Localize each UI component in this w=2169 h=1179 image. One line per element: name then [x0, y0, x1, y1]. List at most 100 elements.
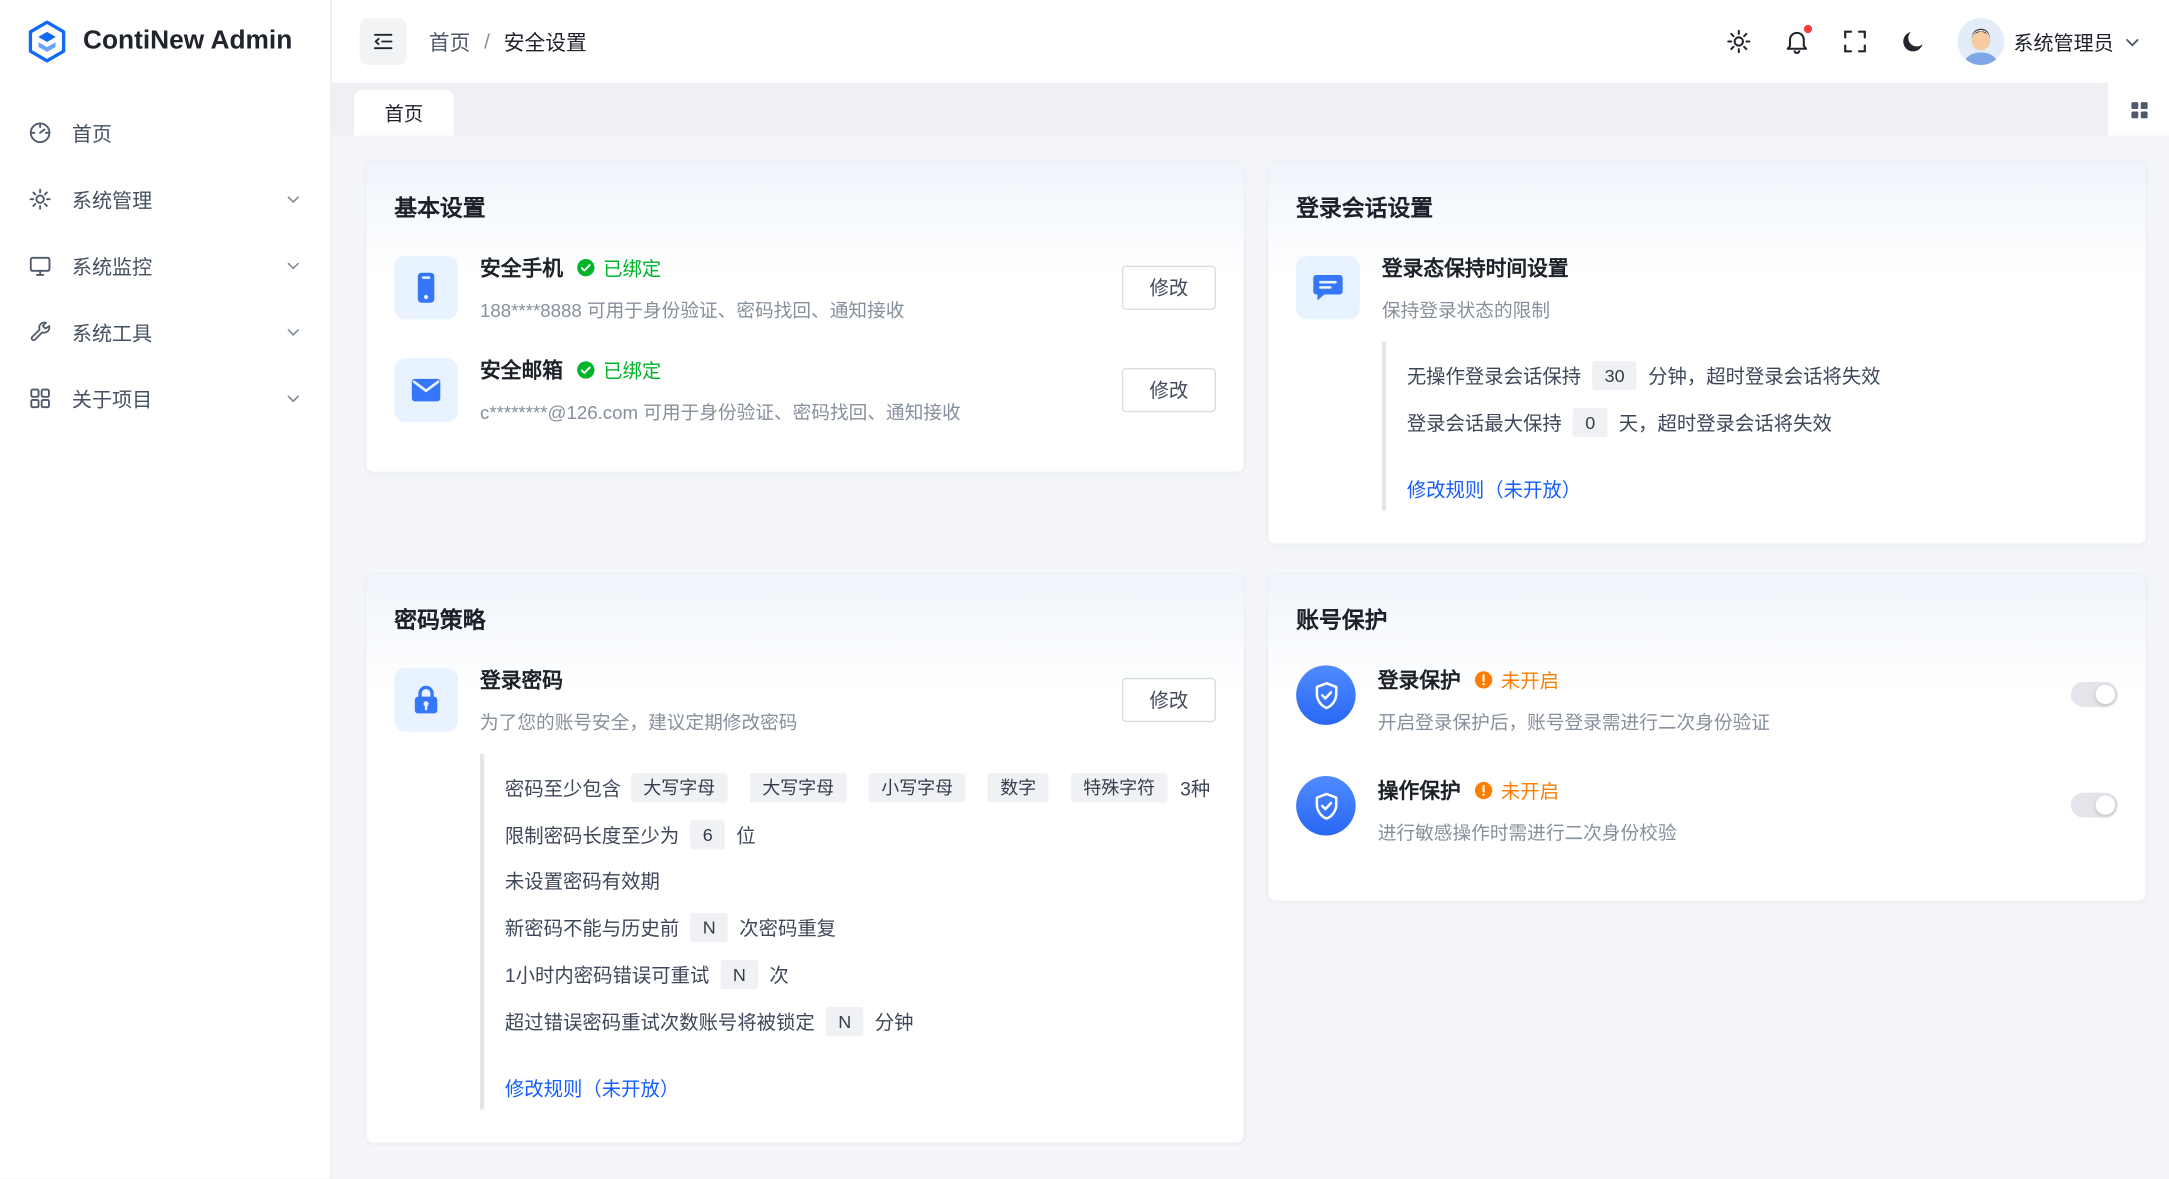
card-title: 登录会话设置	[1296, 190, 2118, 223]
row-texts: 登录保护 未开启 开启登录保护后，账号登录需进行二次身份验证	[1378, 665, 2049, 734]
rule-expiry: 未设置密码有效期	[505, 867, 1216, 895]
sidebar-item-home[interactable]: 首页	[0, 100, 331, 166]
sidebar-item-about-project[interactable]: 关于项目	[0, 365, 331, 431]
toggle-operation-protection[interactable]	[2071, 793, 2118, 818]
toggle-knob	[2096, 795, 2115, 814]
row-texts: 登录密码 为了您的账号安全，建议定期修改密码	[480, 665, 1100, 734]
mail-icon	[394, 358, 458, 422]
login-password-row: 登录密码 为了您的账号安全，建议定期修改密码 修改	[394, 665, 1216, 734]
rule-text: 无操作登录会话保持	[1407, 362, 1581, 390]
rule-text: 密码至少包含	[505, 774, 621, 802]
lock-icon	[394, 668, 458, 732]
tab-list-button[interactable]	[2108, 83, 2169, 136]
grid-icon	[28, 386, 53, 411]
breadcrumb-separator: /	[484, 30, 490, 54]
phone-icon	[394, 256, 458, 320]
card-account-protection: 账号保护 登录保护 未开启	[1267, 573, 2147, 902]
chevron-down-icon	[284, 256, 303, 275]
card-title: 密码策略	[394, 602, 1216, 635]
sidebar-collapse-button[interactable]	[360, 18, 407, 65]
card-basic-settings: 基本设置 安全手机 已	[365, 160, 1245, 473]
sidebar-item-label: 首页	[72, 118, 303, 147]
sidebar-item-system-management[interactable]: 系统管理	[0, 166, 331, 232]
dark-mode-icon[interactable]	[1899, 28, 1927, 56]
edit-session-rules-link[interactable]: 修改规则（未开放）	[1407, 476, 1581, 504]
char-type-tag: 特殊字符	[1071, 773, 1168, 802]
tools-icon	[28, 320, 53, 345]
security-email-row: 安全邮箱 已绑定 c********@126.com 可用于身份验证、密码找回、…	[394, 356, 1216, 425]
main-area: 首页 / 安全设置	[332, 0, 2169, 1179]
app-logo[interactable]: ContiNew Admin	[0, 0, 331, 83]
breadcrumb-current: 安全设置	[504, 27, 587, 56]
rule-min-length: 限制密码长度至少为 6 位	[505, 820, 1216, 849]
chat-icon	[1296, 256, 1360, 320]
shield-check-icon	[1296, 665, 1355, 724]
rule-lock: 超过错误密码重试次数账号将被锁定 N 分钟	[505, 1007, 1216, 1036]
row-title: 安全邮箱	[480, 356, 563, 385]
rule-text: 登录会话最大保持	[1407, 409, 1562, 437]
rule-text: 3种	[1180, 774, 1210, 802]
row-texts: 安全手机 已绑定 188****8888 可用于身份验证、密码找回、通知接收	[480, 253, 1100, 322]
edit-phone-button[interactable]: 修改	[1122, 266, 1216, 310]
toggle-login-protection[interactable]	[2071, 682, 2118, 707]
rule-text: 次密码重复	[739, 914, 836, 942]
warning-circle-icon	[1473, 780, 1494, 801]
menu-fold-icon	[371, 29, 396, 54]
rule-history: 新密码不能与历史前 N 次密码重复	[505, 913, 1216, 942]
gear-icon	[28, 187, 53, 212]
value-chip: N	[690, 913, 728, 942]
value-chip: 0	[1573, 408, 1608, 437]
card-password-policy: 密码策略 登录密码 为了您的账号安全，建议定期修改密码 修改	[365, 573, 1245, 1144]
card-session-settings: 登录会话设置 登录态保持时间设置 保持登录状态的限制	[1267, 160, 2147, 545]
breadcrumb-home[interactable]: 首页	[429, 27, 471, 56]
user-menu[interactable]: 系统管理员	[1957, 18, 2142, 65]
check-circle-icon	[575, 257, 596, 278]
row-desc: 188****8888 可用于身份验证、密码找回、通知接收	[480, 295, 1100, 323]
session-rule-idle: 无操作登录会话保持 30 分钟，超时登录会话将失效	[1407, 361, 2118, 390]
header: 首页 / 安全设置	[332, 0, 2169, 83]
status-badge: 未开启	[1473, 777, 1559, 805]
status-badge: 已绑定	[575, 254, 661, 282]
rule-text: 超过错误密码重试次数账号将被锁定	[505, 1008, 815, 1036]
grid-icon	[2127, 98, 2151, 122]
edit-password-rules-link[interactable]: 修改规则（未开放）	[505, 1075, 679, 1103]
row-desc: 进行敏感操作时需进行二次身份校验	[1378, 818, 2049, 846]
rule-text: 1小时内密码错误可重试	[505, 961, 709, 989]
row-desc: 保持登录状态的限制	[1382, 295, 2118, 323]
row-title: 登录密码	[480, 665, 563, 694]
chevron-down-icon	[2123, 33, 2141, 51]
row-texts: 安全邮箱 已绑定 c********@126.com 可用于身份验证、密码找回、…	[480, 356, 1100, 425]
rule-text: 未设置密码有效期	[505, 867, 660, 895]
tab-home[interactable]: 首页	[354, 90, 454, 136]
char-type-tag: 数字	[988, 773, 1049, 802]
row-title: 安全手机	[480, 253, 563, 282]
fullscreen-icon[interactable]	[1840, 28, 1868, 56]
card-title: 基本设置	[394, 190, 1216, 223]
login-protection-row: 登录保护 未开启 开启登录保护后，账号登录需进行二次身份验证	[1296, 665, 2118, 734]
row-desc: 为了您的账号安全，建议定期修改密码	[480, 707, 1100, 735]
app-title: ContiNew Admin	[83, 26, 292, 56]
toggle-knob	[2096, 685, 2115, 704]
status-badge: 未开启	[1473, 666, 1559, 694]
settings-icon[interactable]	[1724, 28, 1752, 56]
sidebar-item-label: 系统管理	[72, 185, 264, 214]
card-title: 账号保护	[1296, 602, 2118, 635]
value-chip: N	[826, 1007, 864, 1036]
app-logo-icon	[25, 19, 69, 63]
rule-text: 次	[769, 961, 788, 989]
sidebar-item-system-tools[interactable]: 系统工具	[0, 299, 331, 365]
session-rules: 无操作登录会话保持 30 分钟，超时登录会话将失效 登录会话最大保持 0 天，超…	[1382, 342, 2118, 511]
rule-text: 限制密码长度至少为	[505, 821, 679, 849]
edit-email-button[interactable]: 修改	[1122, 368, 1216, 412]
edit-password-button[interactable]: 修改	[1122, 678, 1216, 722]
chevron-down-icon	[284, 190, 303, 209]
sidebar-item-system-monitor[interactable]: 系统监控	[0, 232, 331, 298]
row-title: 登录态保持时间设置	[1382, 253, 1569, 282]
shield-check-icon	[1296, 776, 1355, 835]
row-texts: 登录态保持时间设置 保持登录状态的限制	[1382, 253, 2118, 322]
char-type-tag: 小写字母	[869, 773, 966, 802]
notifications-icon[interactable]	[1782, 28, 1810, 56]
row-texts: 操作保护 未开启 进行敏感操作时需进行二次身份校验	[1378, 776, 2049, 845]
breadcrumb: 首页 / 安全设置	[429, 27, 587, 56]
warning-circle-icon	[1473, 670, 1494, 691]
